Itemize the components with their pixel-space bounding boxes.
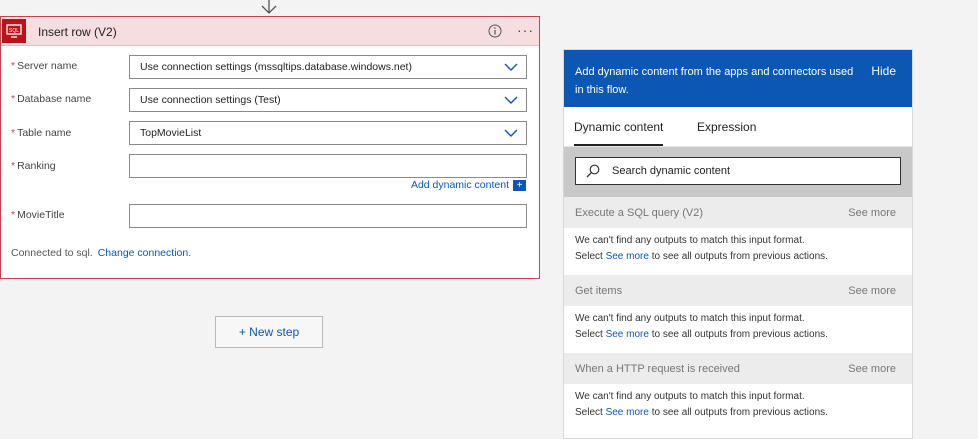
search-icon: [586, 164, 600, 178]
chevron-down-icon: [504, 63, 518, 71]
panel-header: Add dynamic content from the apps and co…: [564, 50, 912, 107]
chevron-down-icon: [504, 129, 518, 137]
see-more-link[interactable]: See more: [606, 329, 649, 340]
panel-header-text: Add dynamic content from the apps and co…: [575, 66, 854, 96]
hide-button[interactable]: Hide: [871, 64, 896, 78]
panel-tabs: Dynamic content Expression: [564, 107, 912, 147]
tab-dynamic-content[interactable]: Dynamic content: [574, 120, 664, 146]
movie-title-label: * MovieTitle: [11, 209, 65, 221]
svg-text:SQL: SQL: [9, 28, 19, 34]
movie-title-input[interactable]: [129, 204, 527, 228]
database-name-label: * Database name: [11, 93, 92, 105]
section-get-items[interactable]: Get items See more: [564, 275, 912, 306]
change-connection-link[interactable]: Change connection.: [98, 247, 191, 259]
see-more-link[interactable]: See more: [848, 285, 896, 297]
sql-server-icon: SQL: [2, 19, 26, 43]
table-name-dropdown[interactable]: TopMovieList: [129, 121, 527, 145]
ranking-label: * Ranking: [11, 160, 56, 172]
see-more-link[interactable]: See more: [606, 407, 649, 418]
server-name-value: Use connection settings (mssqltips.datab…: [140, 61, 412, 73]
see-more-link[interactable]: See more: [606, 251, 649, 262]
server-name-dropdown[interactable]: Use connection settings (mssqltips.datab…: [129, 55, 527, 79]
insert-row-card: SQL Insert row (V2) ··· * Server name Use…: [0, 16, 540, 279]
connector-arrow-icon: [261, 0, 277, 14]
see-more-link[interactable]: See more: [848, 207, 896, 219]
section-body: We can't find any outputs to match this …: [575, 391, 828, 418]
add-dynamic-content-link[interactable]: Add dynamic content +: [411, 179, 526, 191]
connection-info: Connected to sql. Change connection.: [11, 247, 192, 259]
database-name-dropdown[interactable]: Use connection settings (Test): [129, 88, 527, 112]
card-header[interactable]: SQL Insert row (V2) ···: [1, 17, 539, 46]
dynamic-content-panel: Add dynamic content from the apps and co…: [563, 49, 913, 439]
search-area: Search dynamic content: [564, 147, 912, 197]
add-plus-icon: +: [513, 179, 526, 191]
section-http-request[interactable]: When a HTTP request is received See more: [564, 353, 912, 384]
ranking-input[interactable]: [129, 154, 527, 178]
info-icon[interactable]: [488, 24, 502, 38]
table-name-label: * Table name: [11, 127, 72, 139]
tab-expression[interactable]: Expression: [697, 120, 756, 134]
see-more-link[interactable]: See more: [848, 363, 896, 375]
server-name-label: * Server name: [11, 60, 78, 72]
section-execute-sql-query[interactable]: Execute a SQL query (V2) See more: [564, 197, 912, 228]
table-name-value: TopMovieList: [140, 127, 202, 139]
card-title: Insert row (V2): [38, 25, 117, 39]
section-body: We can't find any outputs to match this …: [575, 235, 828, 262]
database-name-value: Use connection settings (Test): [140, 94, 281, 106]
chevron-down-icon: [504, 96, 518, 104]
new-step-button[interactable]: + New step: [215, 316, 323, 348]
search-input[interactable]: Search dynamic content: [575, 157, 901, 185]
more-options-icon[interactable]: ···: [517, 22, 534, 38]
section-body: We can't find any outputs to match this …: [575, 313, 828, 340]
